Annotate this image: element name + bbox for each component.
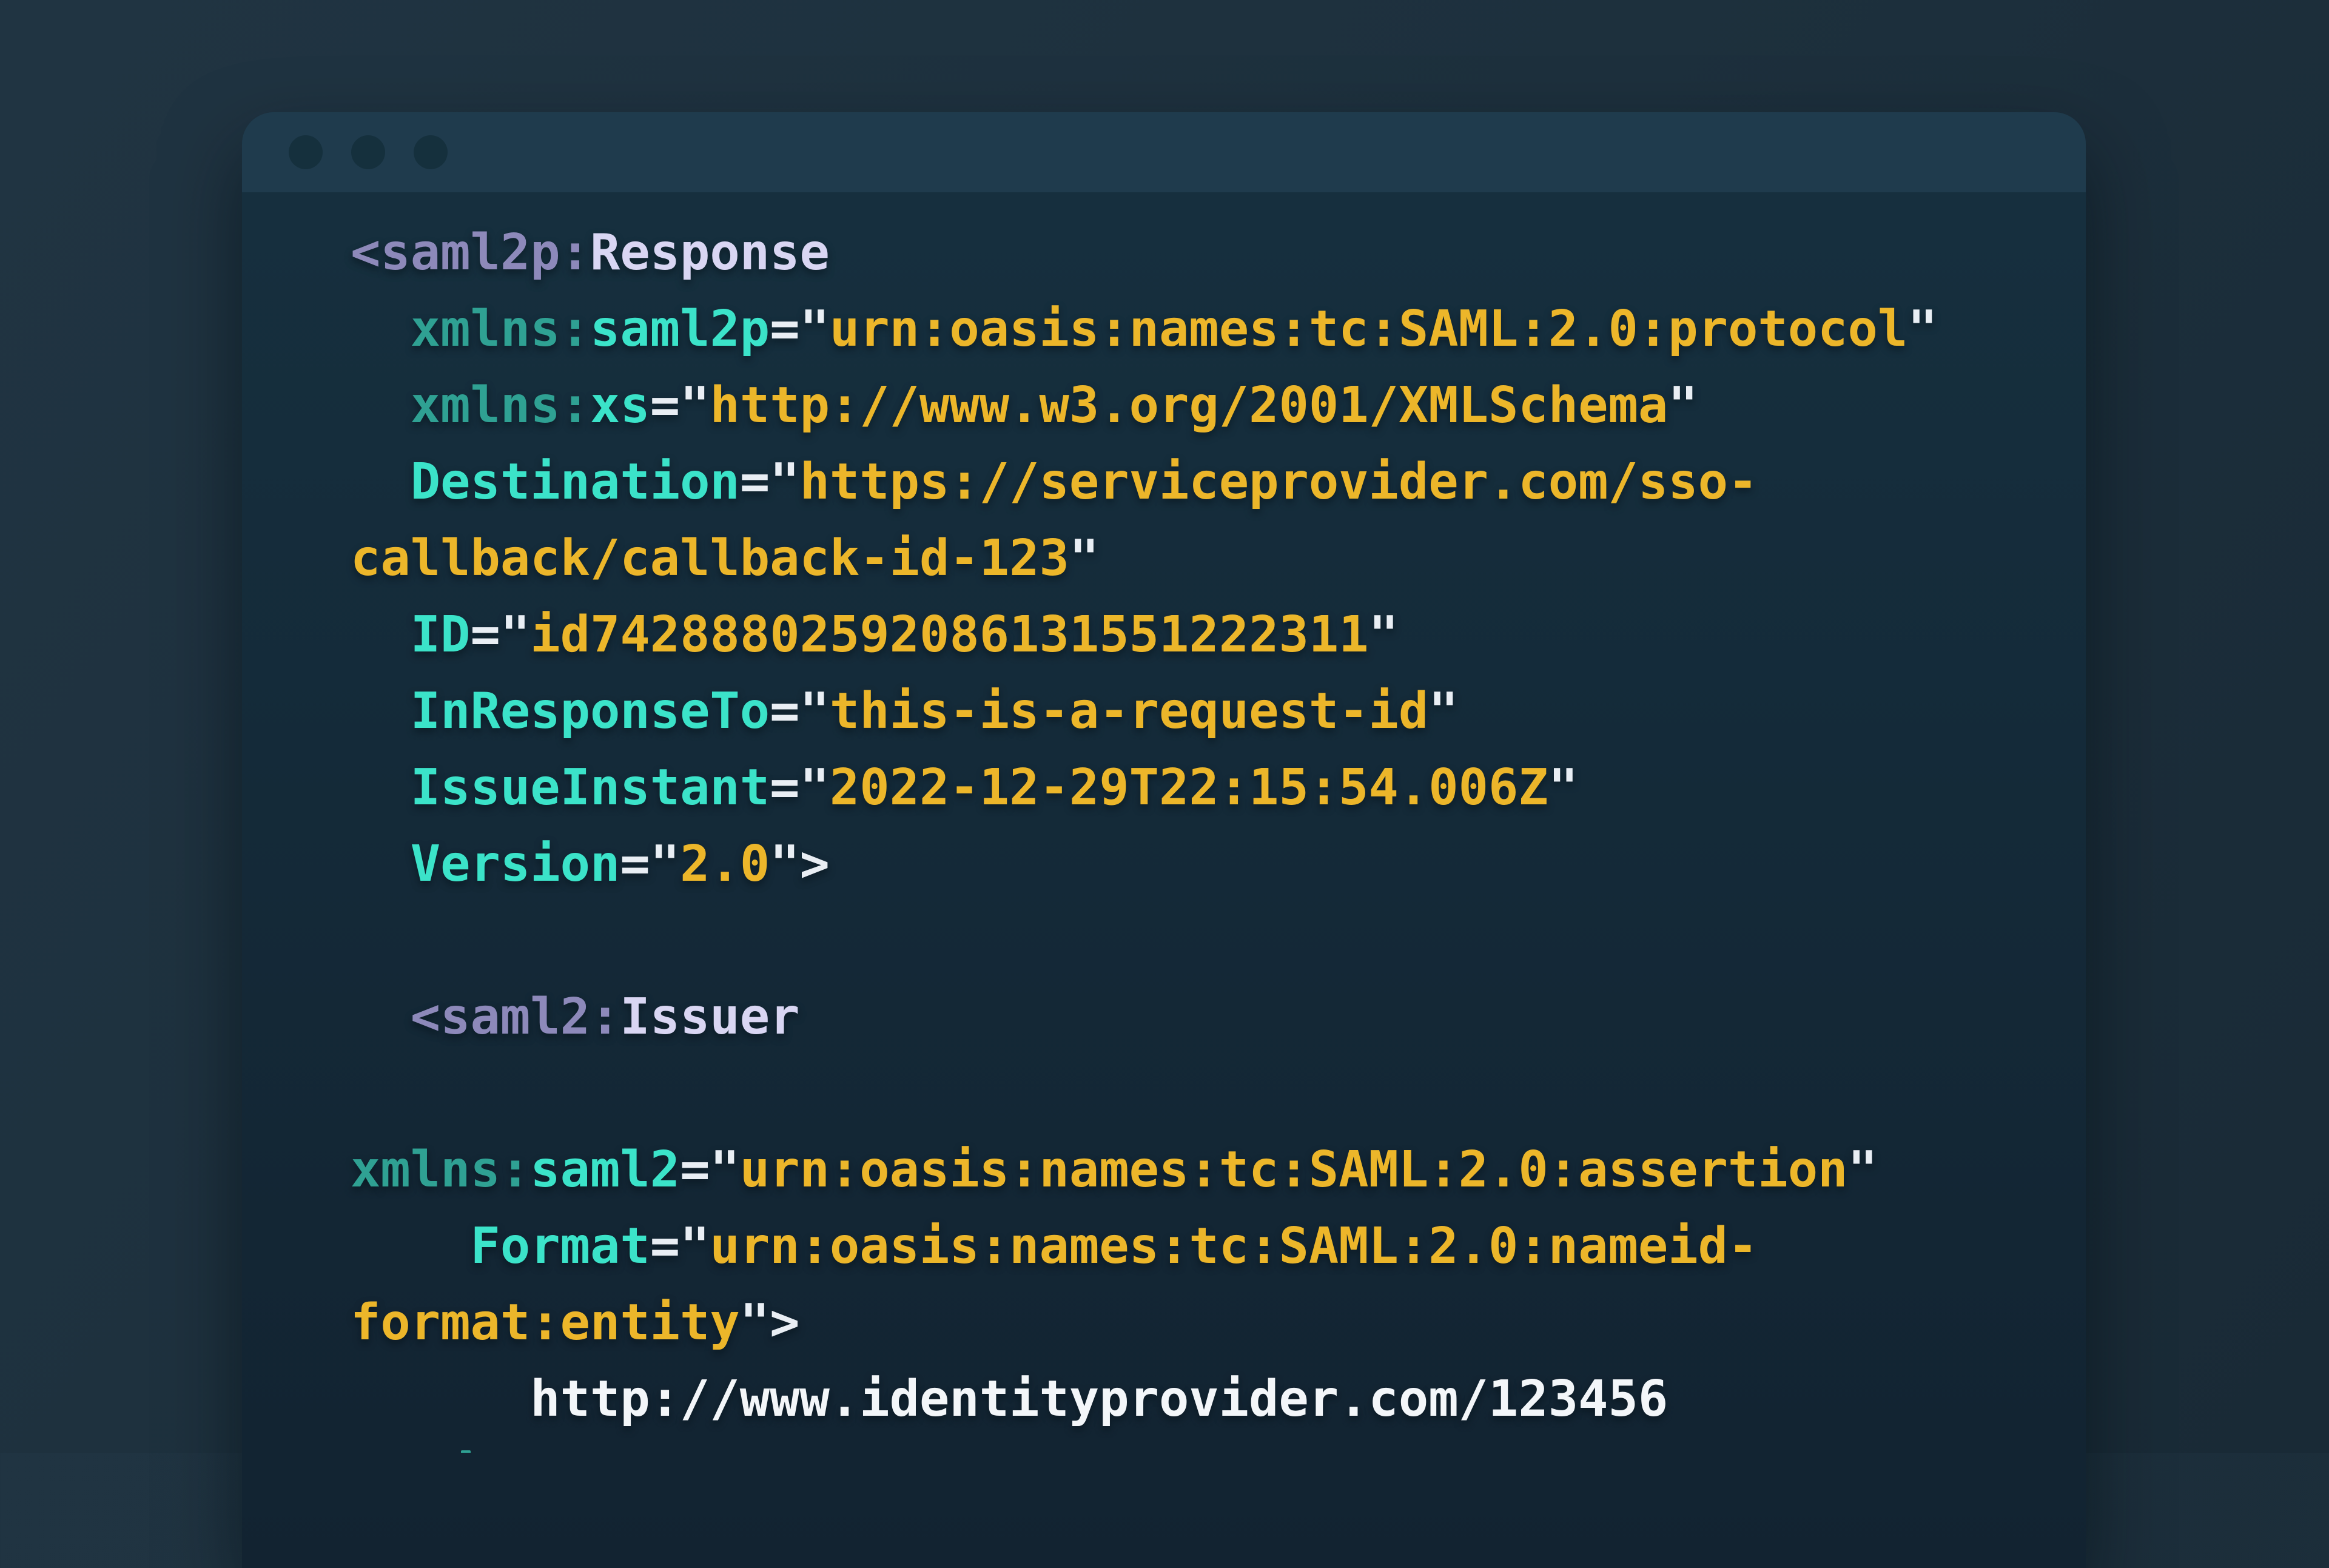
code-token: =" (650, 1217, 710, 1275)
code-token: InResponseTo (411, 682, 770, 740)
window-titlebar[interactable] (242, 112, 2086, 192)
code-line: InResponseTo="this-is-a-request-id" (351, 673, 2068, 750)
window-control-close-button[interactable] (289, 135, 323, 169)
code-token: this-is-a-request-id (830, 682, 1428, 740)
code-token: <saml2p: (351, 224, 590, 281)
code-token: " (1668, 377, 1698, 434)
code-editor[interactable]: <saml2p:Response xmlns:saml2p="urn:oasis… (242, 192, 2086, 1438)
code-token: 2.0 (680, 835, 770, 893)
code-token: id74288802592086131551222311 (530, 606, 1368, 664)
code-token: =" (650, 377, 710, 434)
code-token: " (1548, 759, 1578, 816)
code-token: saml2 (530, 1141, 680, 1199)
code-line: Destination="https://serviceprovider.com… (351, 444, 2068, 520)
code-token (351, 453, 411, 511)
code-line: format:entity"> (351, 1285, 2068, 1361)
code-token: xmlns: (411, 300, 590, 358)
code-line: IssueInstant="2022-12-29T22:15:54.006Z" (351, 750, 2068, 826)
code-token (351, 606, 411, 664)
code-line: xmlns:saml2="urn:oasis:names:tc:SAML:2.0… (351, 1132, 2068, 1208)
code-token: "> (770, 835, 830, 893)
code-token: =" (740, 453, 800, 511)
code-line: <saml2p:Response (351, 215, 2068, 291)
code-token: urn:oasis:names:tc:SAML:2.0:nameid- (710, 1217, 1758, 1275)
code-line (351, 1055, 2068, 1132)
code-token: " (1907, 300, 1937, 358)
code-token (351, 377, 411, 434)
code-token (351, 988, 411, 1046)
code-token: http://www.w3.org/2001/XMLSchema (710, 377, 1668, 434)
code-token: http://www.identityprovider.com/123456 (530, 1370, 1668, 1428)
code-token (351, 300, 411, 358)
code-token: IssueInstant (411, 759, 770, 816)
code-line: <saml2:Issuer (351, 979, 2068, 1055)
code-token: Issuer (620, 988, 799, 1046)
code-line: Format="urn:oasis:names:tc:SAML:2.0:name… (351, 1208, 2068, 1285)
code-token: Response (590, 224, 830, 281)
code-token: xmlns: (411, 377, 590, 434)
code-line: xmlns:xs="http://www.w3.org/2001/XMLSche… (351, 368, 2068, 444)
window-control-minimize-button[interactable] (351, 135, 385, 169)
partially-visible-next-line-glyph (461, 1450, 471, 1453)
code-token: ID (411, 606, 471, 664)
window-control-zoom-button[interactable] (414, 135, 448, 169)
code-token: https://serviceprovider.com/sso- (800, 453, 1758, 511)
code-token (351, 682, 411, 740)
code-token (351, 1370, 530, 1428)
code-line: ID="id74288802592086131551222311" (351, 597, 2068, 673)
code-token: "> (740, 1294, 800, 1351)
code-token: =" (620, 835, 680, 893)
code-token: =" (471, 606, 531, 664)
code-token: xs (590, 377, 650, 434)
code-token: xmlns: (351, 1141, 530, 1199)
code-token: Version (411, 835, 620, 893)
code-token: =" (770, 682, 830, 740)
code-token: urn:oasis:names:tc:SAML:2.0:protocol (830, 300, 1907, 358)
code-token: saml2p (590, 300, 770, 358)
code-token: Format (470, 1217, 650, 1275)
code-line: callback/callback-id-123" (351, 520, 2068, 597)
code-window: <saml2p:Response xmlns:saml2p="urn:oasis… (242, 112, 2086, 1568)
code-token (351, 835, 411, 893)
code-token: =" (770, 759, 830, 816)
code-token: =" (680, 1141, 740, 1199)
code-token: =" (770, 300, 830, 358)
code-token (351, 1217, 470, 1275)
code-line (351, 903, 2068, 979)
code-line: xmlns:saml2p="urn:oasis:names:tc:SAML:2.… (351, 291, 2068, 368)
code-token: " (1369, 606, 1399, 664)
code-token: " (1069, 530, 1099, 587)
code-token: <saml2: (411, 988, 620, 1046)
code-line: http://www.identityprovider.com/123456 (351, 1361, 2068, 1438)
code-token: 2022-12-29T22:15:54.006Z (830, 759, 1548, 816)
code-line: Version="2.0"> (351, 826, 2068, 903)
code-token: " (1428, 682, 1458, 740)
code-token: callback/callback-id-123 (351, 530, 1069, 587)
code-token: " (1847, 1141, 1877, 1199)
code-token: format:entity (351, 1294, 740, 1351)
code-token: urn:oasis:names:tc:SAML:2.0:assertion (740, 1141, 1848, 1199)
desktop-background: <saml2p:Response xmlns:saml2p="urn:oasis… (0, 0, 2329, 1453)
code-token: Destination (411, 453, 740, 511)
code-token (351, 759, 411, 816)
